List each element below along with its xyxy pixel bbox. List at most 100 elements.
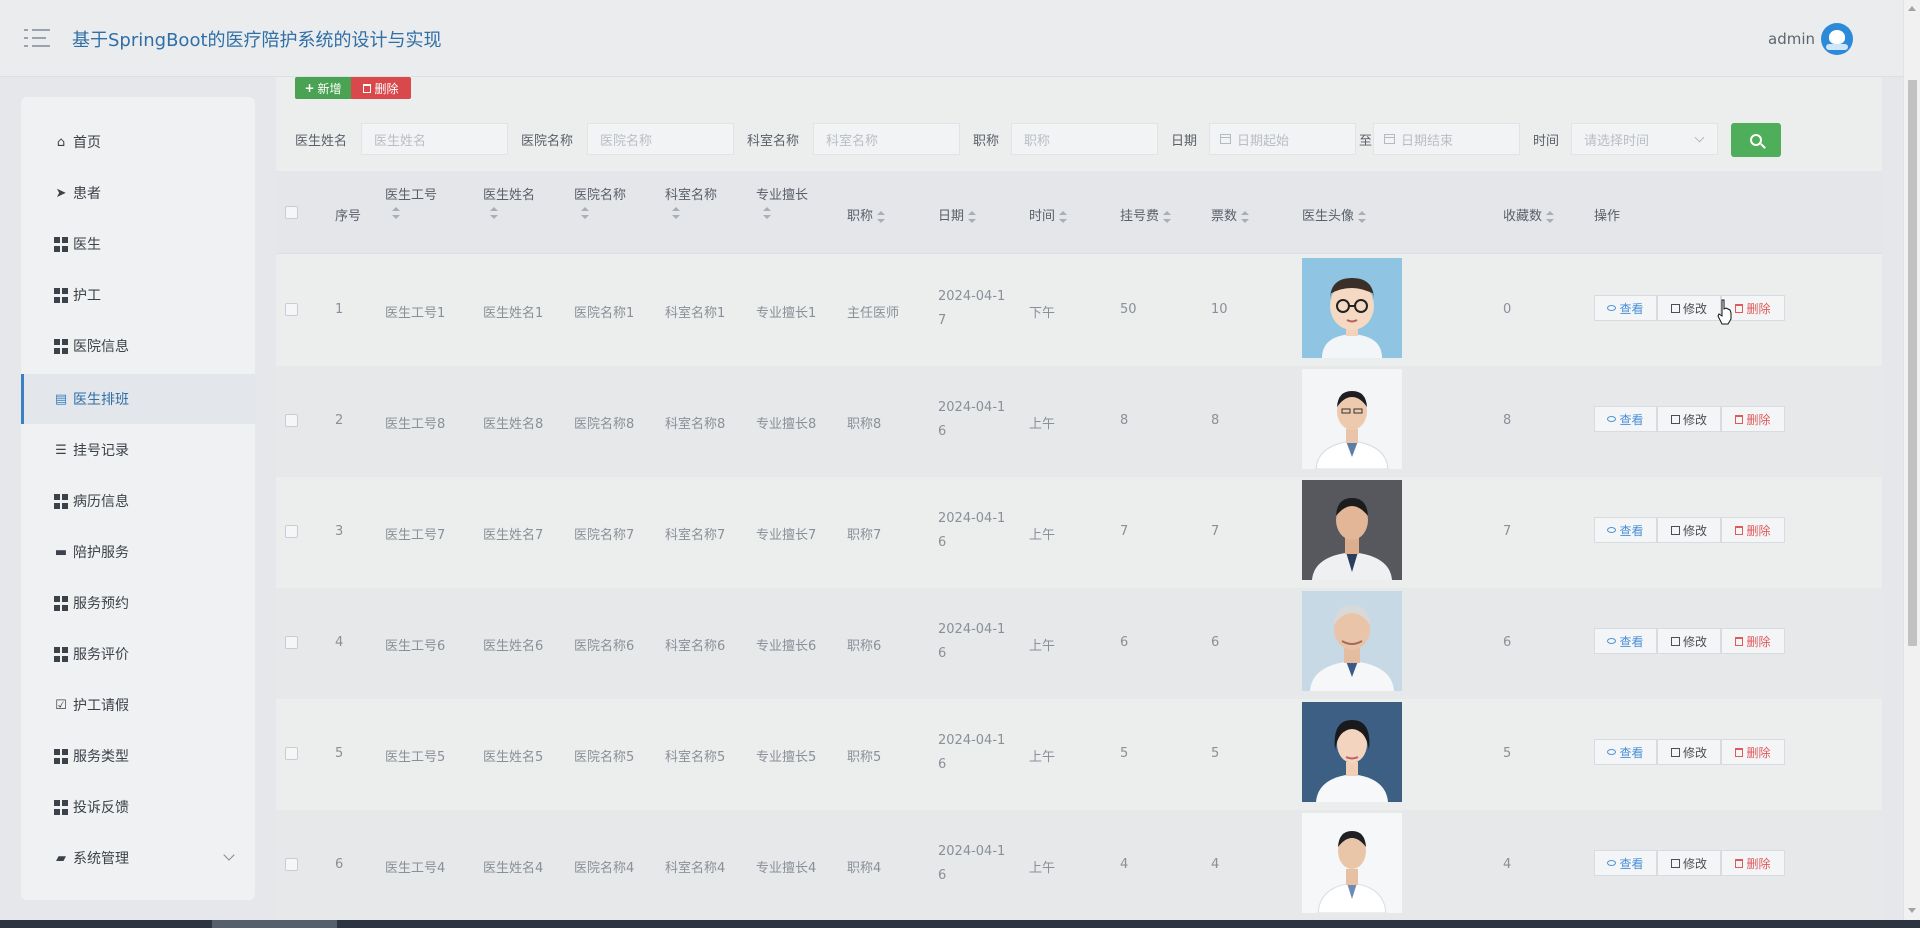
edit-button[interactable]: 修改	[1657, 628, 1721, 654]
sort-icon[interactable]	[1358, 210, 1367, 223]
sidebar-item-caregiver[interactable]: 护工	[21, 270, 255, 320]
col-time[interactable]: 时间	[1029, 205, 1068, 224]
sidebar-item-service-type[interactable]: 服务类型	[21, 731, 255, 781]
sort-icon[interactable]	[1059, 210, 1068, 223]
sidebar-item-registration[interactable]: ☰ 挂号记录	[21, 425, 255, 475]
doctor-name-input[interactable]: 医生姓名	[361, 123, 508, 155]
cell-specialty: 专业擅长7	[756, 528, 817, 543]
col-fee-label: 挂号费	[1120, 209, 1160, 224]
view-button[interactable]: 查看	[1594, 517, 1657, 543]
view-button[interactable]: 查看	[1594, 628, 1657, 654]
row-checkbox[interactable]	[285, 414, 298, 427]
vertical-scrollbar[interactable]	[1903, 0, 1920, 920]
col-fee[interactable]: 挂号费	[1120, 205, 1172, 224]
edit-button[interactable]: 修改	[1657, 850, 1721, 876]
col-tickets[interactable]: 票数	[1211, 205, 1250, 224]
delete-button[interactable]: 删除	[1721, 850, 1785, 876]
col-dept[interactable]: 科室名称	[665, 184, 717, 219]
cell-time: 上午	[1029, 528, 1056, 543]
cell-dept: 科室名称5	[665, 750, 726, 765]
sort-icon[interactable]	[763, 207, 771, 219]
view-button[interactable]: 查看	[1594, 406, 1657, 432]
edit-button[interactable]: 修改	[1657, 517, 1721, 543]
row-checkbox[interactable]	[285, 303, 298, 316]
hospital-input[interactable]: 医院名称	[587, 123, 734, 155]
sort-icon[interactable]	[968, 210, 977, 223]
col-photo[interactable]: 医生头像	[1302, 205, 1367, 224]
date-start-input[interactable]: 日期起始	[1209, 123, 1356, 155]
sidebar-item-schedule[interactable]: ▤ 医生排班	[21, 374, 255, 424]
sidebar-item-patient[interactable]: ➤ 患者	[21, 168, 255, 218]
edit-button[interactable]: 修改	[1657, 406, 1721, 432]
sidebar-item-doctor[interactable]: 医生	[21, 219, 255, 269]
cell-date: 2024-04-1 7	[938, 285, 1018, 333]
sort-icon[interactable]	[490, 207, 498, 219]
sidebar-item-home[interactable]: ⌂ 首页	[21, 117, 255, 167]
sidebar-item-label: 投诉反馈	[73, 800, 129, 816]
edit-button[interactable]: 修改	[1657, 295, 1721, 321]
delete-button[interactable]: 删除	[1721, 628, 1785, 654]
sidebar-item-records[interactable]: 病历信息	[21, 476, 255, 526]
trash-icon	[1735, 636, 1744, 646]
menu-toggle-icon[interactable]	[24, 27, 50, 49]
sidebar-item-hospital[interactable]: 医院信息	[21, 321, 255, 371]
cell-favorites: 7	[1503, 524, 1512, 539]
edit-label: 修改	[1682, 523, 1707, 538]
delete-button[interactable]: 删除	[1721, 739, 1785, 765]
col-actions: 操作	[1594, 209, 1621, 224]
date-end-input[interactable]: 日期结束	[1373, 123, 1520, 155]
sort-icon[interactable]	[1241, 210, 1250, 223]
col-doctor-no[interactable]: 医生工号	[385, 184, 437, 219]
scrollbar-thumb[interactable]	[1908, 80, 1917, 646]
col-specialty[interactable]: 专业擅长	[756, 184, 808, 219]
monitor-icon: ▬	[54, 544, 68, 560]
sidebar-item-care-service[interactable]: ▬ 陪护服务	[21, 527, 255, 577]
row-checkbox[interactable]	[285, 525, 298, 538]
row-checkbox[interactable]	[285, 747, 298, 760]
row-checkbox[interactable]	[285, 636, 298, 649]
view-button[interactable]: 查看	[1594, 739, 1657, 765]
batch-delete-button[interactable]: 删除	[351, 77, 411, 99]
row-checkbox[interactable]	[285, 858, 298, 871]
col-title[interactable]: 职称	[847, 205, 886, 224]
search-button[interactable]	[1731, 123, 1781, 157]
delete-button[interactable]: 删除	[1721, 406, 1785, 432]
cell-fee: 7	[1120, 524, 1129, 539]
col-favorites[interactable]: 收藏数	[1503, 205, 1555, 224]
cell-doctor-name: 医生姓名1	[483, 306, 544, 321]
add-button[interactable]: + 新增	[295, 77, 351, 99]
grid-icon	[53, 338, 69, 354]
sort-icon[interactable]	[392, 207, 400, 219]
cell-hospital: 医院名称4	[574, 861, 635, 876]
taskbar-item[interactable]	[212, 920, 337, 928]
user-avatar[interactable]	[1821, 23, 1853, 55]
grid-icon	[53, 799, 69, 815]
edit-button[interactable]: 修改	[1657, 739, 1721, 765]
sort-icon[interactable]	[581, 207, 589, 219]
col-date[interactable]: 日期	[938, 205, 977, 224]
delete-button[interactable]: 删除	[1721, 517, 1785, 543]
scroll-down-icon[interactable]	[1908, 908, 1916, 913]
sidebar-item-feedback[interactable]: 投诉反馈	[21, 782, 255, 832]
view-button[interactable]: 查看	[1594, 850, 1657, 876]
scroll-up-icon[interactable]	[1908, 6, 1916, 11]
sort-icon[interactable]	[1163, 210, 1172, 223]
select-all-checkbox[interactable]	[285, 206, 298, 219]
sidebar-item-review[interactable]: 服务评价	[21, 629, 255, 679]
sidebar-item-leave[interactable]: ☑ 护工请假	[21, 680, 255, 730]
col-hospital[interactable]: 医院名称	[574, 184, 626, 219]
title-input[interactable]: 职称	[1011, 123, 1158, 155]
sort-icon[interactable]	[672, 207, 680, 219]
delete-label: 删除	[1746, 856, 1771, 871]
col-doctor-name[interactable]: 医生姓名	[483, 184, 535, 219]
time-select[interactable]: 请选择时间	[1571, 123, 1718, 155]
sidebar-item-system[interactable]: ▰ 系统管理	[21, 833, 255, 883]
user-name[interactable]: admin	[1768, 30, 1815, 48]
sidebar-item-booking[interactable]: 服务预约	[21, 578, 255, 628]
view-button[interactable]: 查看	[1594, 295, 1657, 321]
sort-icon[interactable]	[877, 210, 886, 223]
calendar-icon	[1220, 134, 1231, 144]
dept-input[interactable]: 科室名称	[813, 123, 960, 155]
cell-date: 2024-04-1 6	[938, 507, 1018, 555]
sort-icon[interactable]	[1546, 210, 1555, 223]
